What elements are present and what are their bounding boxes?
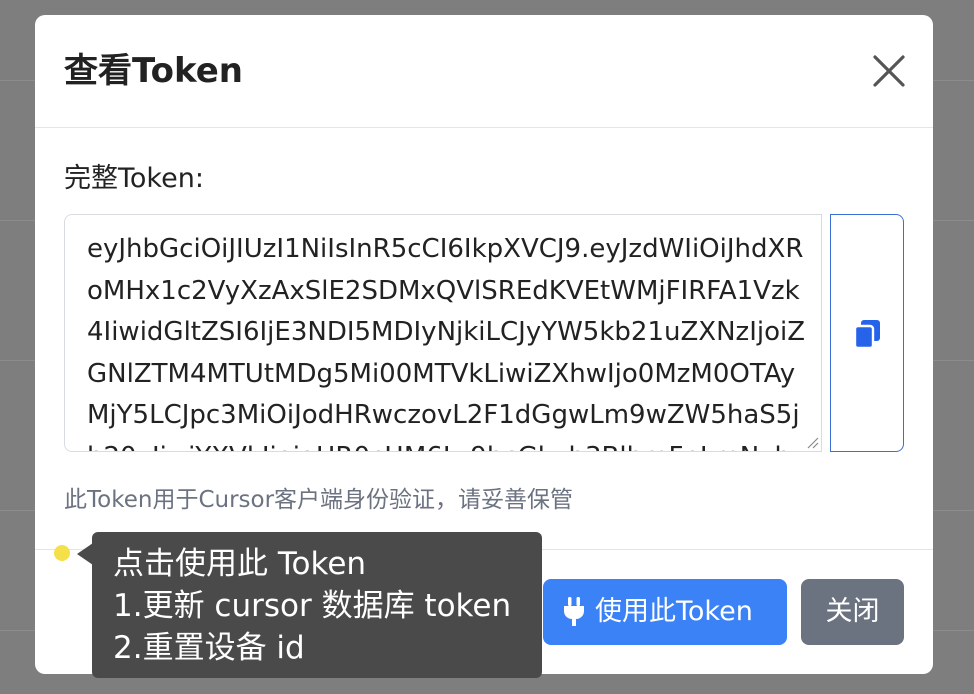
token-value[interactable]: eyJhbGciOiJIUzI1NiIsInR5cCI6IkpXVCJ9.eyJ… — [87, 229, 807, 451]
use-token-label: 使用此Token — [595, 596, 753, 627]
close-button-label: 关闭 — [825, 596, 880, 627]
cursor-indicator-dot — [54, 545, 70, 561]
dialog-title: 查看Token — [64, 51, 243, 91]
tooltip-line-2: 1.更新 cursor 数据库 token — [113, 588, 512, 624]
copy-icon — [853, 320, 880, 350]
use-token-button[interactable]: 使用此Token — [543, 579, 787, 645]
use-token-tooltip: 点击使用此 Token 1.更新 cursor 数据库 token 2.重置设备… — [92, 532, 542, 678]
plug-icon — [564, 597, 584, 626]
close-button[interactable]: 关闭 — [801, 579, 904, 645]
token-textarea[interactable]: eyJhbGciOiJIUzI1NiIsInR5cCI6IkpXVCJ9.eyJ… — [64, 214, 822, 452]
tooltip-arrow — [77, 543, 93, 565]
tooltip-line-1: 点击使用此 Token — [113, 546, 367, 582]
token-hint: 此Token用于Cursor客户端身份验证，请妥善保管 — [64, 487, 574, 513]
dialog-header: 查看Token — [35, 15, 933, 128]
token-field-label: 完整Token: — [64, 163, 204, 194]
copy-button[interactable] — [830, 214, 904, 452]
resize-handle-icon[interactable] — [805, 435, 819, 449]
tooltip-line-3: 2.重置设备 id — [113, 630, 305, 666]
close-icon[interactable] — [871, 53, 907, 89]
